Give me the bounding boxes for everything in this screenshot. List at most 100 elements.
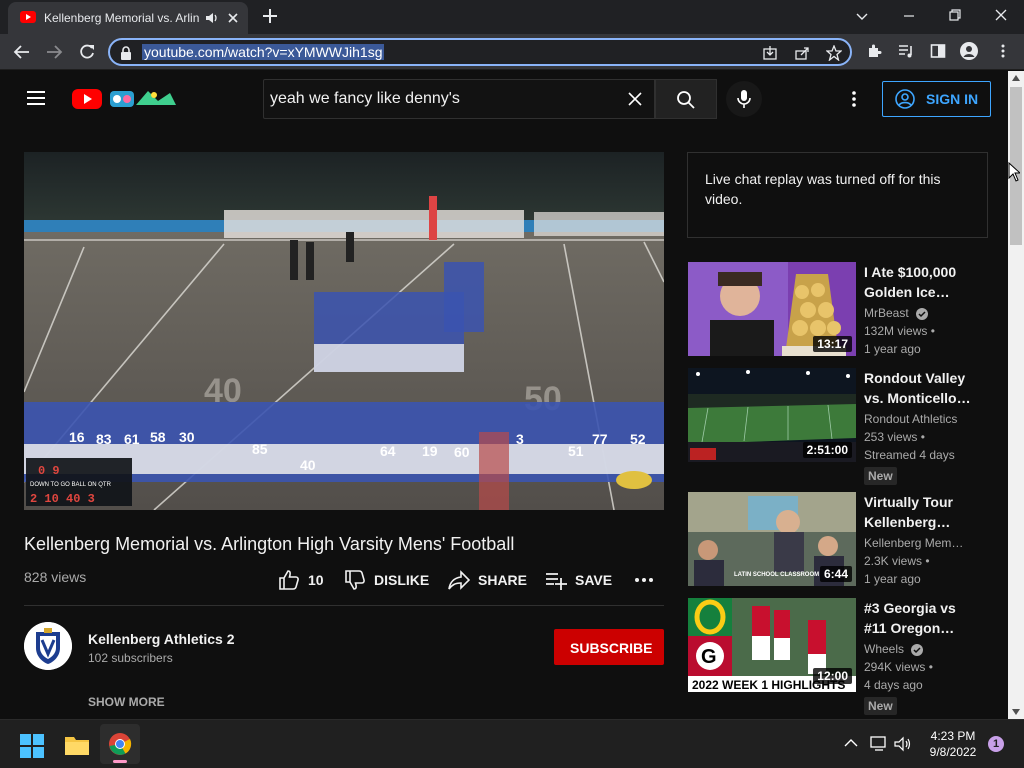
forward-icon[interactable] [45, 43, 63, 61]
chrome-taskbar-button[interactable] [100, 724, 140, 764]
speaker-icon[interactable] [205, 11, 219, 25]
video-duration: 12:00 [813, 668, 852, 684]
hamburger-menu-icon[interactable] [26, 89, 46, 107]
mouse-cursor-icon [1008, 162, 1020, 182]
browser-tab[interactable]: Kellenberg Memorial vs. Arlin [8, 2, 248, 34]
scroll-down-arrow-icon[interactable] [1012, 709, 1020, 715]
svg-text:64: 64 [380, 443, 396, 459]
dislike-button[interactable]: DISLIKE [344, 568, 429, 592]
recommended-video[interactable]: 13:17 I Ate $100,000 Golden Ice… MrBeast… [688, 262, 988, 358]
new-tab-button[interactable] [261, 7, 279, 25]
back-icon[interactable] [13, 43, 31, 61]
bookmark-star-icon[interactable] [826, 45, 842, 61]
recommended-video[interactable]: 2:51:00 Rondout Valley vs. Monticello… R… [688, 368, 988, 485]
search-icon [676, 90, 696, 110]
minimize-icon[interactable] [902, 9, 916, 23]
dislike-label: DISLIKE [374, 572, 430, 588]
side-panel-icon[interactable] [930, 43, 946, 59]
extensions-puzzle-icon[interactable] [866, 43, 882, 59]
windows-taskbar: 4:23 PM 9/8/2022 1 [0, 719, 1024, 768]
url-text[interactable]: youtube.com/watch?v=xYMWWJih1sg [142, 44, 385, 60]
channel-name[interactable]: Wheels [864, 642, 924, 656]
svg-text:G: G [701, 646, 717, 668]
clock-date: 9/8/2022 [929, 745, 977, 759]
scroll-up-arrow-icon[interactable] [1012, 75, 1020, 81]
file-explorer-icon[interactable] [64, 734, 90, 756]
close-tab-icon[interactable] [226, 11, 240, 25]
like-button[interactable]: 10 [278, 568, 324, 592]
playlist-add-icon [545, 569, 567, 591]
svg-text:40: 40 [300, 457, 316, 473]
settings-kebab-icon[interactable] [844, 89, 864, 109]
live-chat-replay-panel: Live chat replay was turned off for this… [687, 152, 988, 238]
video-title[interactable]: I Ate $100,000 Golden Ice… [864, 262, 974, 302]
show-hidden-icons-chevron-icon[interactable] [844, 738, 858, 748]
svg-text:77: 77 [592, 431, 608, 447]
chrome-menu-icon[interactable] [995, 43, 1011, 59]
browser-tab-bar: Kellenberg Memorial vs. Arlin [0, 0, 1024, 34]
channel-name[interactable]: Rondout Athletics [864, 412, 957, 426]
reload-icon[interactable] [78, 43, 96, 61]
view-count: 828 views [24, 569, 87, 585]
chat-message: Live chat replay was turned off for this… [705, 171, 941, 207]
more-actions-icon[interactable] [634, 570, 654, 590]
search-input[interactable]: yeah we fancy like denny's [263, 79, 655, 119]
svg-text:3: 3 [516, 431, 524, 447]
channel-name[interactable]: MrBeast [864, 306, 929, 320]
channel-name-text: MrBeast [864, 306, 909, 320]
video-title[interactable]: Virtually Tour Kellenberg… [864, 492, 974, 532]
new-badge: New [864, 697, 897, 715]
thumbnail-caption: LATIN SCHOOL CLASSROOM [734, 572, 819, 578]
sign-in-button[interactable]: SIGN IN [882, 81, 991, 117]
clear-search-icon[interactable] [628, 92, 642, 106]
account-circle-icon [895, 89, 915, 109]
show-more-button[interactable]: SHOW MORE [88, 695, 165, 709]
video-title[interactable]: #3 Georgia vs #11 Oregon… [864, 598, 974, 638]
channel-avatar[interactable] [24, 622, 72, 670]
thumbs-down-icon [344, 569, 366, 591]
media-queue-icon[interactable] [898, 43, 914, 59]
address-bar[interactable]: youtube.com/watch?v=xYMWWJih1sg [108, 38, 852, 66]
video-thumbnail[interactable]: G 2022 WEEK 1 HIGHLIGHTS 12:00 [688, 598, 856, 692]
search-button[interactable] [655, 79, 717, 119]
search-query-text[interactable]: yeah we fancy like denny's [270, 90, 460, 108]
video-thumbnail[interactable]: 2:51:00 [688, 368, 856, 462]
microphone-icon [737, 89, 751, 109]
close-window-icon[interactable] [994, 8, 1008, 22]
profile-avatar-icon[interactable] [960, 42, 978, 60]
video-thumbnail[interactable]: 13:17 [688, 262, 856, 356]
youtube-doodle-logo[interactable] [72, 87, 178, 111]
video-thumbnail[interactable]: LATIN SCHOOL CLASSROOM 6:44 [688, 492, 856, 586]
svg-text:16: 16 [69, 429, 85, 445]
kellenberg-crest-logo [24, 622, 72, 670]
voice-search-button[interactable] [726, 81, 762, 117]
subscribe-button[interactable]: SUBSCRIBE [554, 629, 664, 665]
channel-name[interactable]: Kellenberg Mem… [864, 536, 963, 550]
restore-icon[interactable] [948, 8, 962, 22]
browser-toolbar: youtube.com/watch?v=xYMWWJih1sg [0, 34, 1024, 70]
subscriber-count: 102 subscribers [88, 651, 173, 665]
share-button[interactable]: SHARE [448, 568, 527, 592]
youtube-favicon-icon [20, 11, 36, 23]
scoreboard-row3: 2 10 40 3 [30, 492, 95, 506]
volume-icon[interactable] [894, 736, 912, 752]
recommended-video[interactable]: LATIN SCHOOL CLASSROOM 6:44 Virtually To… [688, 492, 988, 588]
recommended-video[interactable]: G 2022 WEEK 1 HIGHLIGHTS 12:00 #3 Georgi… [688, 598, 988, 715]
video-title[interactable]: Rondout Valley vs. Monticello… [864, 368, 974, 408]
channel-name[interactable]: Kellenberg Athletics 2 [88, 631, 235, 647]
tab-search-icon[interactable] [855, 9, 869, 23]
system-clock[interactable]: 4:23 PM 9/8/2022 [920, 728, 986, 760]
share-page-icon[interactable] [794, 45, 810, 61]
notification-badge[interactable]: 1 [988, 736, 1004, 752]
verified-check-icon [911, 643, 924, 656]
save-button[interactable]: SAVE [545, 568, 612, 592]
verified-check-icon [916, 307, 929, 320]
windows-start-icon[interactable] [20, 734, 44, 758]
lock-icon[interactable] [120, 46, 132, 60]
divider [24, 605, 664, 606]
active-app-indicator [113, 760, 127, 763]
install-app-icon[interactable] [762, 45, 778, 61]
network-icon[interactable] [870, 736, 888, 752]
scoreboard-row2: DOWN TO GO BALL ON QTR [30, 482, 112, 488]
video-player[interactable]: 40 50 16 83 61 58 30 85 40 64 19 60 3 51 77 52 [24, 152, 664, 510]
